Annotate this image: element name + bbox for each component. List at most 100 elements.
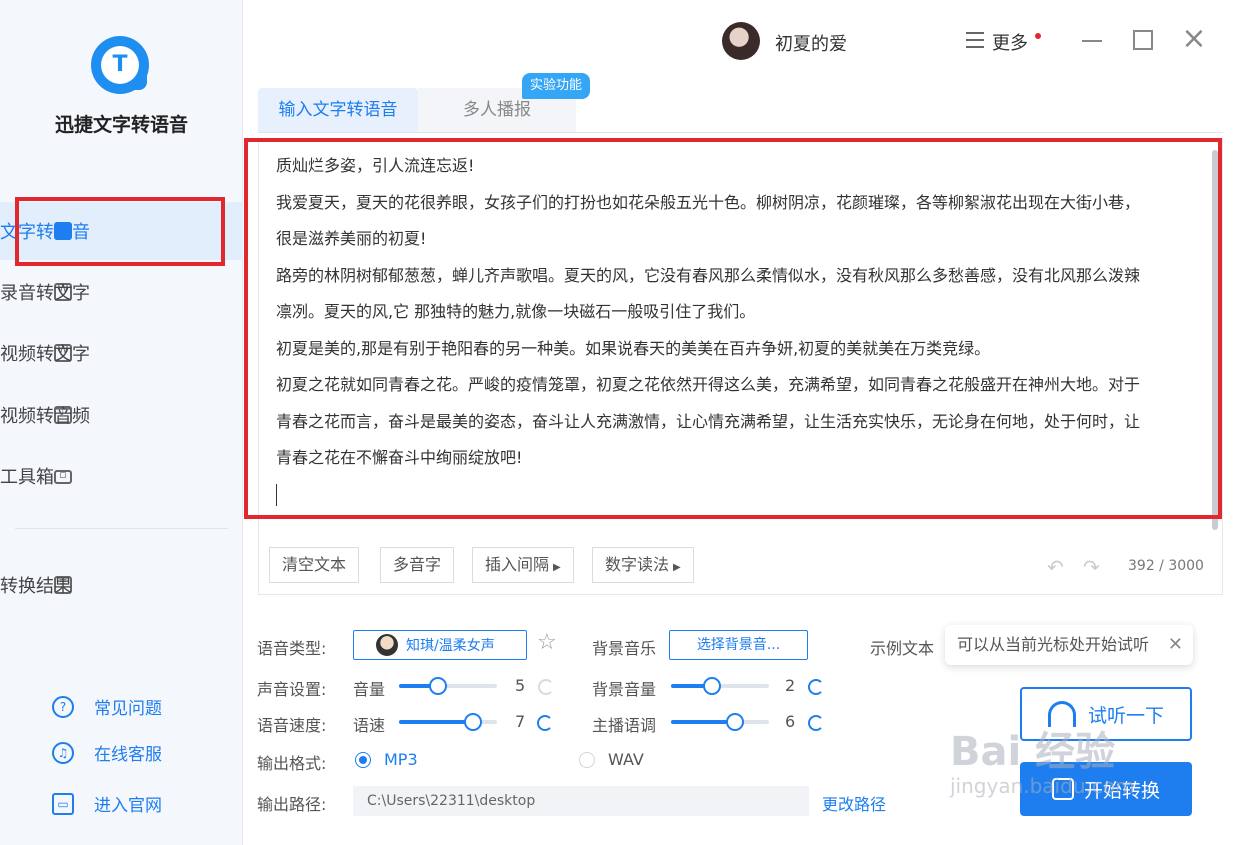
volume-value: 5 bbox=[515, 676, 526, 695]
notification-dot bbox=[1035, 33, 1041, 39]
start-convert-button[interactable]: 开始转换 bbox=[1020, 762, 1192, 816]
speed-reset-icon[interactable] bbox=[537, 715, 553, 731]
faq-label: 常见问题 bbox=[94, 699, 162, 719]
more-menu-button[interactable]: 更多 bbox=[992, 29, 1028, 55]
sidebar-item-video-to-audio[interactable]: ♪ 视频转音频 bbox=[0, 386, 243, 444]
monitor-icon: ▭ bbox=[52, 792, 74, 815]
editor-line: 我爱夏天，夏天的花很养眼，女孩子们的打扮也如花朵般五光十色。柳树阴凉，花颜璀璨，… bbox=[276, 192, 1141, 212]
speed-slider-knob[interactable] bbox=[464, 713, 482, 731]
bg-volume-reset-icon[interactable] bbox=[808, 679, 824, 695]
sidebar-item-label: 转换结果 bbox=[0, 576, 72, 597]
pitch-label: 主播语调 bbox=[592, 716, 657, 735]
speed-section-label: 语音速度: bbox=[257, 716, 327, 735]
change-path-link[interactable]: 更改路径 bbox=[822, 791, 886, 815]
bgm-label: 背景音乐 bbox=[592, 639, 657, 658]
format-wav-radio[interactable] bbox=[579, 752, 595, 768]
volume-reset-icon[interactable] bbox=[538, 679, 554, 695]
sidebar-item-label: 视频转文字 bbox=[0, 344, 90, 365]
text-caret bbox=[276, 484, 277, 506]
user-avatar[interactable] bbox=[722, 22, 760, 60]
official-site-link[interactable]: ▭ 进入官网 bbox=[52, 791, 162, 816]
online-support-label: 在线客服 bbox=[94, 745, 162, 765]
app-name: 迅捷文字转语音 bbox=[54, 114, 188, 136]
sidebar-item-video-to-text[interactable]: W 视频转文字 bbox=[0, 324, 243, 382]
bg-volume-slider-knob[interactable] bbox=[703, 677, 721, 695]
listen-button[interactable]: 试听一下 bbox=[1020, 687, 1192, 741]
sidebar-item-label: 视频转音频 bbox=[0, 406, 90, 427]
editor-line: 初夏是美的,那是有别于艳阳春的另一种美。如果说春天的美美在百卉争妍,初夏的美就美… bbox=[276, 338, 991, 358]
format-mp3-radio[interactable] bbox=[355, 752, 371, 768]
volume-label: 音量 bbox=[353, 680, 386, 699]
volume-slider-knob[interactable] bbox=[429, 677, 447, 695]
sidebar-item-toolbox[interactable]: ▫ 工具箱 bbox=[0, 447, 243, 505]
headset-icon: ♫ bbox=[52, 741, 74, 764]
pitch-reset-icon[interactable] bbox=[808, 715, 824, 731]
sound-settings-label: 声音设置: bbox=[257, 680, 327, 699]
editor-line: 质灿烂多姿，引人流连忘返! bbox=[276, 156, 475, 175]
pitch-slider-knob[interactable] bbox=[726, 713, 744, 731]
app-logo-icon: T bbox=[91, 36, 149, 94]
format-mp3-label[interactable]: MP3 bbox=[384, 750, 418, 769]
editor-line: 青春之花在不懈奋斗中绚丽绽放吧! bbox=[276, 448, 523, 467]
triangle-right-icon: ▶ bbox=[673, 562, 681, 573]
bg-volume-label: 背景音量 bbox=[592, 680, 657, 699]
close-icon[interactable]: × bbox=[1180, 22, 1208, 56]
clear-text-button[interactable]: 清空文本 bbox=[269, 547, 360, 583]
question-icon: ? bbox=[52, 695, 74, 718]
redo-icon[interactable]: ↷ bbox=[1083, 555, 1100, 579]
start-label: 开始转换 bbox=[1083, 779, 1160, 802]
maximize-button[interactable] bbox=[1133, 30, 1153, 50]
output-path-field[interactable]: C:\Users\22311\desktop bbox=[353, 786, 809, 816]
undo-icon[interactable]: ↶ bbox=[1047, 555, 1064, 579]
pitch-value: 6 bbox=[785, 712, 796, 731]
editor-line: 很是滋养美丽的初夏! bbox=[276, 229, 427, 248]
sidebar-item-text-to-speech[interactable]: 文字转语音 bbox=[0, 202, 243, 260]
star-icon[interactable]: ☆ bbox=[537, 630, 557, 655]
voice-select-button[interactable]: 知琪/温柔女声 bbox=[353, 630, 527, 660]
sidebar-item-results[interactable]: ≡ 转换结果 bbox=[0, 556, 243, 614]
voice-avatar bbox=[376, 634, 398, 656]
sidebar-item-label: 工具箱 bbox=[0, 467, 54, 488]
select-bgm-button[interactable]: 选择背景音... bbox=[669, 630, 808, 660]
text-editor[interactable]: 质灿烂多姿，引人流连忘返! 我爱夏天，夏天的花很养眼，女孩子们的打扮也如花朵般五… bbox=[276, 148, 1214, 513]
pitch-slider[interactable] bbox=[671, 713, 769, 731]
tab-text-to-speech[interactable]: 输入文字转语音 bbox=[258, 88, 418, 132]
tab-divider bbox=[258, 132, 1223, 133]
sidebar-item-recording-to-text[interactable]: W 录音转文字 bbox=[0, 263, 243, 321]
speed-label: 语速 bbox=[353, 716, 386, 735]
voice-type-label: 语音类型: bbox=[257, 639, 327, 658]
official-site-label: 进入官网 bbox=[94, 796, 162, 816]
close-icon[interactable]: ✕ bbox=[1168, 625, 1183, 665]
insert-pause-label: 插入间隔 bbox=[485, 555, 550, 574]
menu-icon[interactable] bbox=[966, 32, 984, 48]
bg-volume-slider[interactable] bbox=[671, 677, 769, 695]
username[interactable]: 初夏的爱 bbox=[775, 30, 847, 56]
bg-volume-value: 2 bbox=[785, 676, 796, 695]
format-wav-label[interactable]: WAV bbox=[608, 750, 644, 769]
play-icon bbox=[1051, 778, 1074, 800]
editor-line: 青春之花而言，奋斗是最美的姿态，奋斗让人充满激情，让心情充满希望，让生活充实快乐… bbox=[276, 411, 1141, 431]
char-counter: 392 / 3000 bbox=[1128, 558, 1204, 574]
faq-link[interactable]: ? 常见问题 bbox=[52, 694, 162, 719]
sidebar-item-label: 录音转文字 bbox=[0, 283, 90, 304]
minimize-button[interactable] bbox=[1082, 40, 1102, 42]
editor-line: 路旁的林阴树郁郁葱葱，蝉儿齐声歌唱。夏天的风，它没有春风那么柔情似水，没有秋风那… bbox=[276, 265, 1141, 285]
number-reading-label: 数字读法 bbox=[605, 555, 670, 574]
number-reading-button[interactable]: 数字读法 ▶ bbox=[592, 547, 694, 583]
sidebar-item-label: 文字转语音 bbox=[0, 222, 90, 243]
experimental-badge: 实验功能 bbox=[522, 73, 591, 99]
tooltip-text: 可以从当前光标处开始试听 bbox=[957, 635, 1150, 654]
sidebar: T 迅捷文字转语音 文字转语音 W 录音转文字 W 视频转文字 ♪ 视频转音频 … bbox=[0, 0, 243, 845]
volume-slider[interactable] bbox=[399, 677, 497, 695]
insert-pause-button[interactable]: 插入间隔 ▶ bbox=[472, 547, 574, 583]
sample-text-label[interactable]: 示例文本 bbox=[870, 635, 934, 659]
editor-line: 凛冽。夏天的风,它 那独特的魅力,就像一块磁石一般吸引住了我们。 bbox=[276, 302, 756, 321]
polyphone-button[interactable]: 多音字 bbox=[380, 547, 455, 583]
editor-line: 初夏之花就如同青春之花。严峻的疫情笼罩，初夏之花依然开得这么美，充满希望，如同青… bbox=[276, 375, 1141, 394]
online-support-link[interactable]: ♫ 在线客服 bbox=[52, 740, 162, 765]
listen-tooltip: 可以从当前光标处开始试听 ✕ bbox=[945, 625, 1193, 665]
editor-scrollbar[interactable] bbox=[1212, 150, 1218, 530]
speed-slider-fill bbox=[399, 720, 473, 724]
speed-slider[interactable] bbox=[399, 713, 497, 731]
editor-caret-line bbox=[276, 477, 1214, 514]
